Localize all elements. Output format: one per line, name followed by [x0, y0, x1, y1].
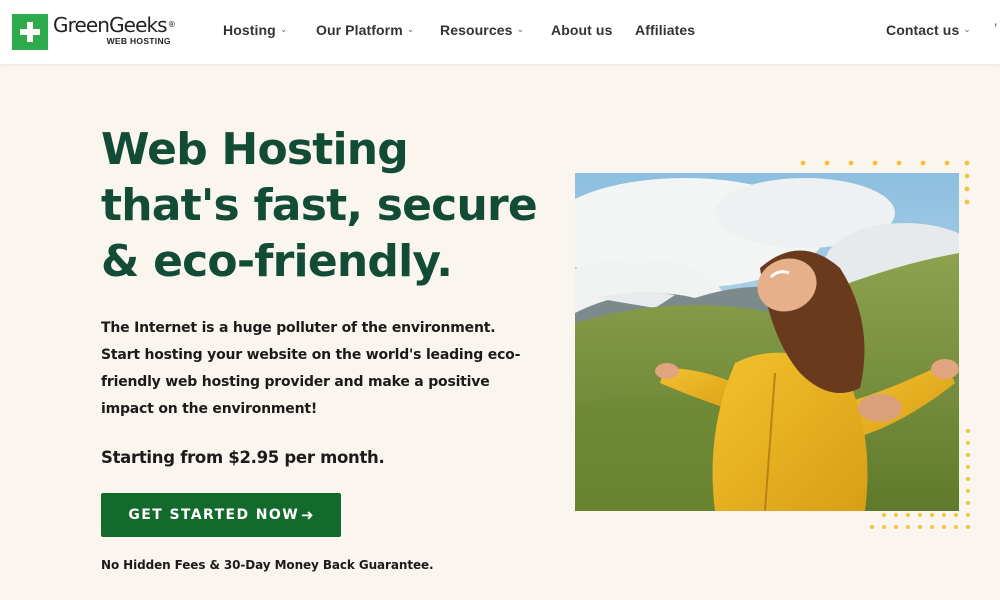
chevron-down-icon: ⌄ — [279, 23, 288, 34]
chevron-down-icon: ⌄ — [516, 23, 525, 34]
nav-our-platform[interactable]: Our Platform ⌄ — [316, 22, 414, 38]
get-started-label: GET STARTED NOW — [128, 507, 300, 523]
nav-contact-us[interactable]: Contact us ⌄ — [886, 22, 971, 38]
nav-affiliates-label: Affiliates — [635, 22, 696, 38]
nav-about-us[interactable]: About us — [551, 22, 612, 38]
hero-description-line: Start hosting your website on the world'… — [101, 347, 521, 363]
hero-title-line: Web Hosting — [101, 124, 409, 175]
hero-title-line: & eco-friendly. — [101, 236, 453, 287]
chevron-down-icon: ⌄ — [963, 23, 971, 34]
nav-our-platform-label: Our Platform — [316, 22, 403, 38]
plus-icon — [12, 14, 48, 50]
nav-resources[interactable]: Resources ⌄ — [440, 22, 524, 38]
guarantee-note: No Hidden Fees & 30-Day Money Back Guara… — [101, 558, 434, 572]
hero-description-line: friendly web hosting provider and make a… — [101, 374, 490, 390]
arrow-right-icon: ➜ — [301, 506, 314, 524]
nav-hosting[interactable]: Hosting ⌄ — [223, 22, 287, 38]
hero-photo — [575, 173, 959, 511]
get-started-button[interactable]: GET STARTED NOW ➜ — [101, 493, 341, 537]
site-header: GreenGeeks® WEB HOSTING Hosting ⌄ Our Pl… — [0, 0, 1000, 64]
logo-name: GreenGeeks — [53, 13, 168, 37]
logo-subtitle: WEB HOSTING — [106, 36, 171, 46]
nav-hosting-label: Hosting — [223, 22, 276, 38]
hero-description: The Internet is a huge polluter of the e… — [101, 315, 526, 423]
chevron-down-icon: ⌄ — [406, 23, 415, 34]
hero-title-line: that's fast, secure — [101, 180, 538, 231]
nav-about-us-label: About us — [551, 22, 613, 38]
greengeeks-logo[interactable]: GreenGeeks® WEB HOSTING — [12, 13, 176, 50]
nav-resources-label: Resources — [440, 22, 513, 38]
nav-affiliates[interactable]: Affiliates — [635, 22, 695, 38]
hero-description-line: impact on the environment! — [101, 401, 318, 417]
hero-title: Web Hosting that's fast, secure & eco-fr… — [101, 122, 551, 290]
nav-contact-us-label: Contact us — [886, 22, 960, 38]
woman-in-yellow-jacket-photo — [575, 173, 959, 511]
nav-overflow-hint: ’ — [994, 20, 998, 36]
starting-price: Starting from $2.95 per month. — [101, 448, 385, 467]
hero-description-line: The Internet is a huge polluter of the e… — [101, 320, 496, 336]
registered-mark: ® — [167, 20, 176, 29]
